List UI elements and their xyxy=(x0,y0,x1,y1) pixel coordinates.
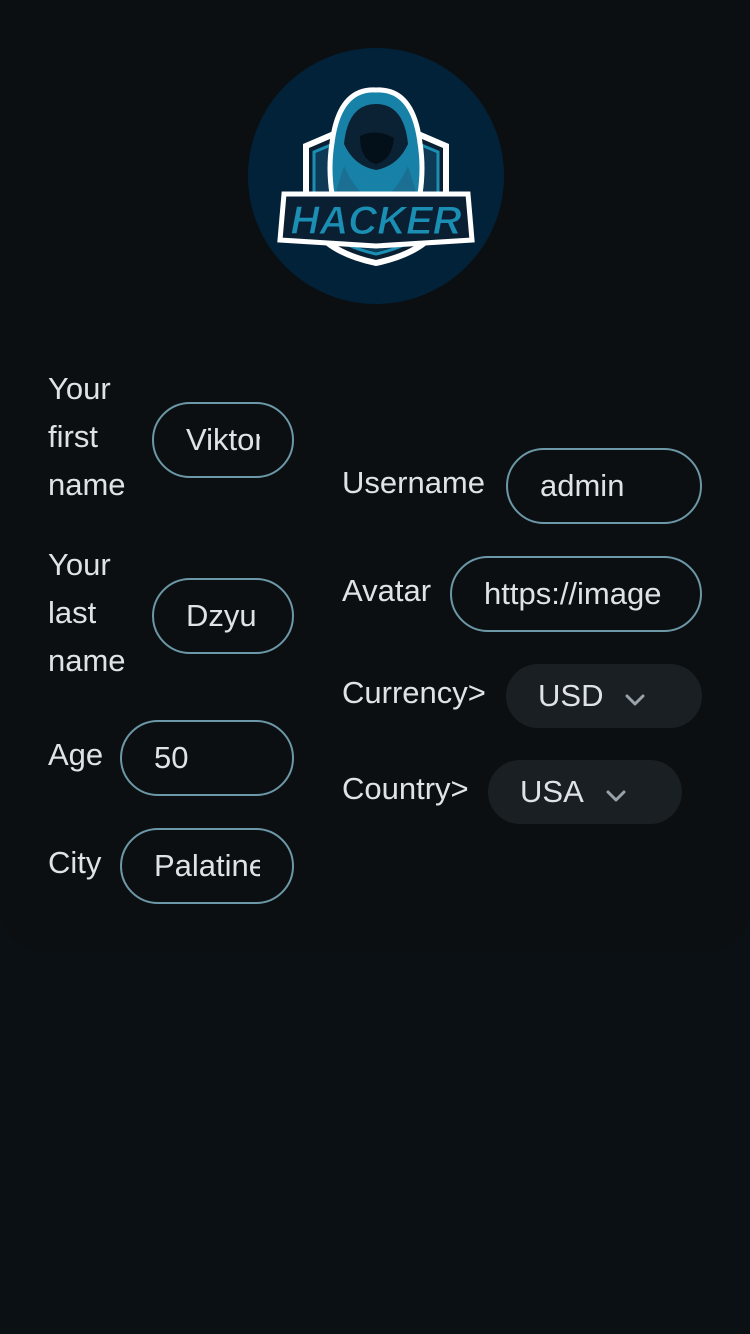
last-name-label-line-1: Your xyxy=(48,547,111,582)
avatar-label: Avatar xyxy=(342,573,432,608)
first-name-input[interactable] xyxy=(152,402,294,478)
last-name-label-line-2: last xyxy=(48,595,97,630)
currency-label: Currency> xyxy=(342,675,486,710)
chevron-down-icon xyxy=(604,780,628,804)
logo-text: HACKER xyxy=(290,199,461,243)
first-name-label: Your first name xyxy=(48,365,126,509)
last-name-label-line-3: name xyxy=(48,643,126,678)
country-label: Country> xyxy=(342,771,469,806)
username-label: Username xyxy=(342,465,485,500)
age-input[interactable] xyxy=(120,720,294,796)
country-value: USA xyxy=(520,774,584,809)
first-name-label-line-1: Your xyxy=(48,371,111,406)
chevron-down-icon xyxy=(623,684,647,708)
city-label: City xyxy=(48,845,102,880)
username-input[interactable] xyxy=(506,448,702,524)
first-name-label-line-2: first xyxy=(48,419,98,454)
country-select[interactable]: USA xyxy=(488,760,682,824)
first-name-label-line-3: name xyxy=(48,467,126,502)
last-name-input[interactable] xyxy=(152,578,294,654)
avatar-url-input[interactable] xyxy=(450,556,702,632)
hacker-logo-graphic: HACKER xyxy=(277,87,475,267)
profile-card: HACKER Your first name Your last name Ag… xyxy=(0,0,750,952)
last-name-label: Your last name xyxy=(48,541,126,685)
currency-select[interactable]: USD xyxy=(506,664,702,728)
hacker-logo-icon: HACKER xyxy=(248,48,504,304)
age-label: Age xyxy=(48,737,104,772)
currency-value: USD xyxy=(538,678,604,713)
city-input[interactable] xyxy=(120,828,294,904)
